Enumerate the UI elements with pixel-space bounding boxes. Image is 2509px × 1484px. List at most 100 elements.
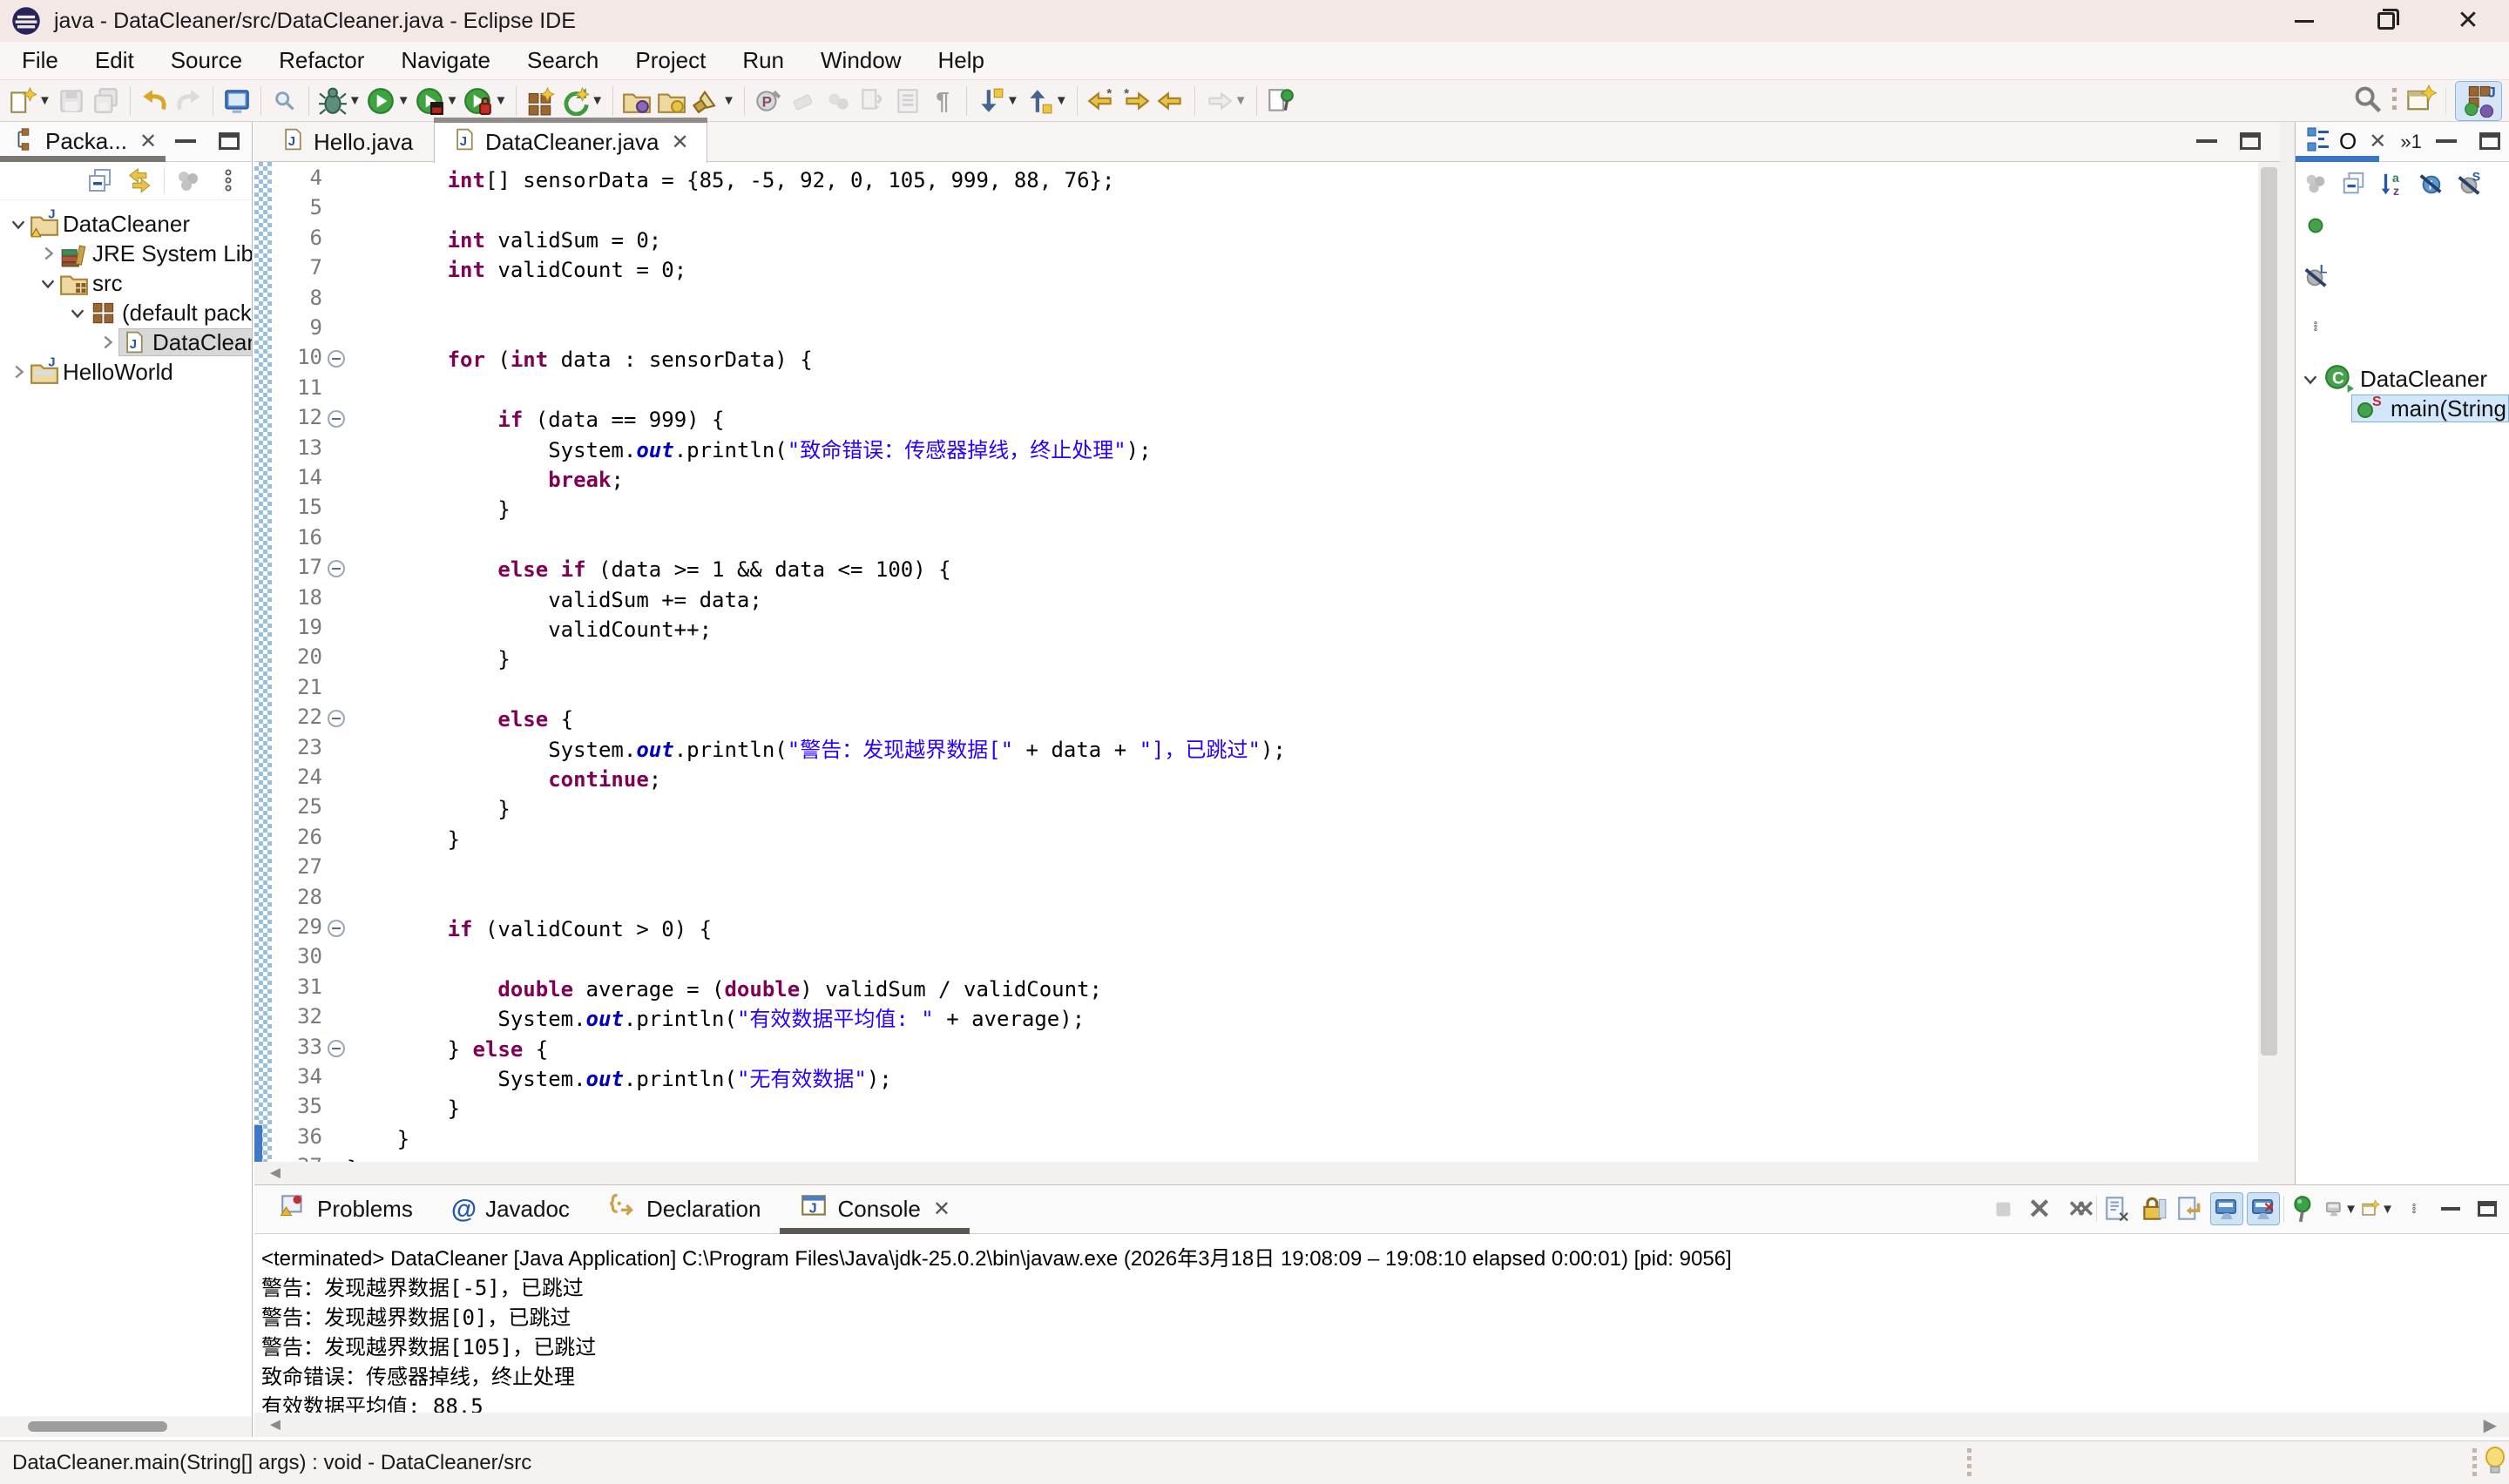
prev-annotation-button[interactable]: ▼ [1022, 84, 1071, 118]
close-outline-icon[interactable]: ✕ [2369, 129, 2386, 154]
annotation-ruler[interactable] [254, 162, 272, 1162]
display-console-button[interactable]: ▼ [2324, 1192, 2357, 1225]
chevron-right-icon[interactable] [37, 242, 59, 265]
fold-collapse-icon[interactable] [328, 920, 345, 937]
editor-tab-hello-java[interactable]: JHello.java [263, 122, 430, 162]
code-line[interactable]: System.out.println("致命错误：传感器掉线，终止处理"); [347, 435, 1152, 465]
kebab-button[interactable] [2397, 1192, 2431, 1225]
tree-item-dataclean[interactable]: JDataClean [0, 327, 252, 357]
code-line[interactable]: validCount++; [347, 615, 712, 644]
clear-console-button[interactable]: ✕ [2100, 1192, 2134, 1225]
menu-run[interactable]: Run [724, 42, 802, 79]
menu-project[interactable]: Project [617, 42, 724, 79]
code-line[interactable]: } [347, 794, 511, 824]
tab-declaration[interactable]: Declaration [589, 1185, 781, 1233]
next-annotation-button[interactable]: ▼ [973, 84, 1022, 118]
code-line[interactable]: System.out.println("无有效数据"); [347, 1064, 892, 1094]
dropdown-arrow-icon[interactable]: ▼ [722, 93, 735, 108]
pilcrow-button[interactable]: ¶ [925, 84, 960, 118]
run-coverage-button[interactable]: ▼ [413, 84, 462, 118]
code-line[interactable]: } [347, 1124, 409, 1154]
code-line[interactable]: if (validCount > 0) { [347, 914, 712, 944]
public-only-icon[interactable] [2299, 209, 2332, 242]
show-stderr-button[interactable]: ✕ [2247, 1192, 2280, 1225]
new-wizard-green-button[interactable]: ▼ [558, 84, 606, 118]
console-output[interactable]: 警告：发现越界数据[-5]，已跳过警告：发现越界数据[0]，已跳过警告：发现越界… [254, 1273, 2509, 1421]
link-with-editor-icon[interactable] [124, 165, 157, 198]
chevron-down-icon[interactable] [2299, 368, 2322, 390]
dropdown-arrow-icon[interactable]: ▼ [348, 93, 362, 108]
menu-navigate[interactable]: Navigate [382, 42, 509, 79]
fold-collapse-icon[interactable] [328, 1040, 345, 1057]
dropdown-arrow-icon[interactable]: ▼ [2381, 1202, 2394, 1217]
package-explorer-hscrollbar[interactable] [0, 1416, 252, 1437]
menu-source[interactable]: Source [152, 42, 260, 79]
menu-file[interactable]: File [3, 42, 77, 79]
hide-local-icon[interactable]: L [2299, 260, 2332, 293]
view-overflow-indicator[interactable]: »1 [2400, 131, 2422, 153]
scroll-lock-button[interactable] [2137, 1192, 2170, 1225]
maximize-view-icon[interactable] [2479, 132, 2500, 150]
pin-console-button[interactable] [2288, 1192, 2321, 1225]
chevron-down-icon[interactable] [37, 272, 59, 294]
code-line[interactable]: } [347, 1154, 359, 1162]
run-button[interactable]: ▼ [364, 84, 413, 118]
open-resource-folder-button[interactable] [654, 84, 689, 118]
menu-refactor[interactable]: Refactor [260, 42, 382, 79]
close-tab-icon[interactable]: ✕ [671, 130, 688, 155]
outline-item-main-string[interactable]: Smain(String [2296, 394, 2509, 423]
code-line[interactable]: if (data == 999) { [347, 405, 724, 435]
menu-search[interactable]: Search [509, 42, 617, 79]
dropdown-arrow-icon[interactable]: ▼ [591, 93, 604, 108]
tab-problems[interactable]: Problems [260, 1185, 432, 1233]
close-package-explorer-icon[interactable]: ✕ [139, 129, 157, 154]
show-stdout-button[interactable] [2210, 1192, 2243, 1225]
dropdown-arrow-icon[interactable]: ▼ [446, 93, 459, 108]
open-task-button[interactable]: P [751, 84, 786, 118]
minimize-button[interactable] [2263, 0, 2345, 42]
dropdown-arrow-icon[interactable]: ▼ [1234, 93, 1248, 108]
outline-item-datacleaner[interactable]: CDataCleaner [2296, 364, 2509, 394]
scroll-left-icon[interactable]: ◄ [254, 1164, 296, 1184]
editor-hscrollbar[interactable]: ◄ [254, 1162, 2280, 1184]
chevron-right-icon[interactable] [7, 361, 30, 383]
console-hscrollbar[interactable]: ◄ ▶ [254, 1413, 2509, 1437]
search-flashlight-button[interactable]: ▼ [689, 84, 738, 118]
tab-outline[interactable]: O [2339, 128, 2357, 155]
maximize-editor-icon[interactable] [2240, 132, 2261, 150]
dropdown-arrow-icon[interactable]: ▼ [397, 93, 410, 108]
chevron-down-icon[interactable] [7, 212, 30, 235]
editor-tab-datacleaner-java[interactable]: JDataCleaner.java✕ [434, 122, 707, 163]
open-terminal-button[interactable] [220, 84, 254, 118]
tree-item-src[interactable]: src [0, 268, 252, 298]
tab-console[interactable]: JConsole✕ [780, 1185, 970, 1233]
maximize-glyph-button[interactable] [2471, 1192, 2504, 1225]
editor-vscrollbar[interactable] [2258, 162, 2280, 1162]
view-menu-icon[interactable] [212, 165, 245, 198]
dropdown-arrow-icon[interactable]: ▼ [2344, 1202, 2357, 1217]
sash[interactable] [2280, 122, 2295, 1184]
dropdown-arrow-icon[interactable]: ▼ [1006, 93, 1019, 108]
pin-editor-button[interactable] [1263, 84, 1298, 118]
code-line[interactable]: } [347, 1094, 460, 1123]
fold-collapse-icon[interactable] [328, 560, 345, 577]
remove-launch-button[interactable]: ✕ [2023, 1192, 2056, 1225]
fold-collapse-icon[interactable] [328, 710, 345, 727]
toolbar-drag-handle[interactable] [2392, 88, 2397, 114]
code-line[interactable]: System.out.println("有效数据平均值: " + average… [347, 1004, 1085, 1034]
remove-all-terminated-button[interactable]: ✕✕ [2059, 1192, 2093, 1225]
fold-collapse-icon[interactable] [328, 350, 345, 368]
chevron-down-icon[interactable] [66, 301, 89, 324]
new-java-project-button[interactable] [523, 84, 558, 118]
collapse-all-icon[interactable] [2337, 167, 2370, 200]
tree-item-helloworld[interactable]: JHelloWorld [0, 357, 252, 387]
code-line[interactable]: else if (data >= 1 && data <= 100) { [347, 555, 951, 584]
new-wizard-button[interactable]: ▼ [5, 84, 54, 118]
open-perspective-icon[interactable] [2405, 84, 2437, 119]
menu-help[interactable]: Help [920, 42, 1003, 79]
run-profile-button[interactable]: ▼ [461, 84, 510, 118]
close-tab-icon[interactable]: ✕ [933, 1197, 950, 1222]
code-line[interactable]: continue; [347, 765, 661, 794]
dropdown-arrow-icon[interactable]: ▼ [494, 93, 507, 108]
dropdown-arrow-icon[interactable]: ▼ [1055, 93, 1068, 108]
